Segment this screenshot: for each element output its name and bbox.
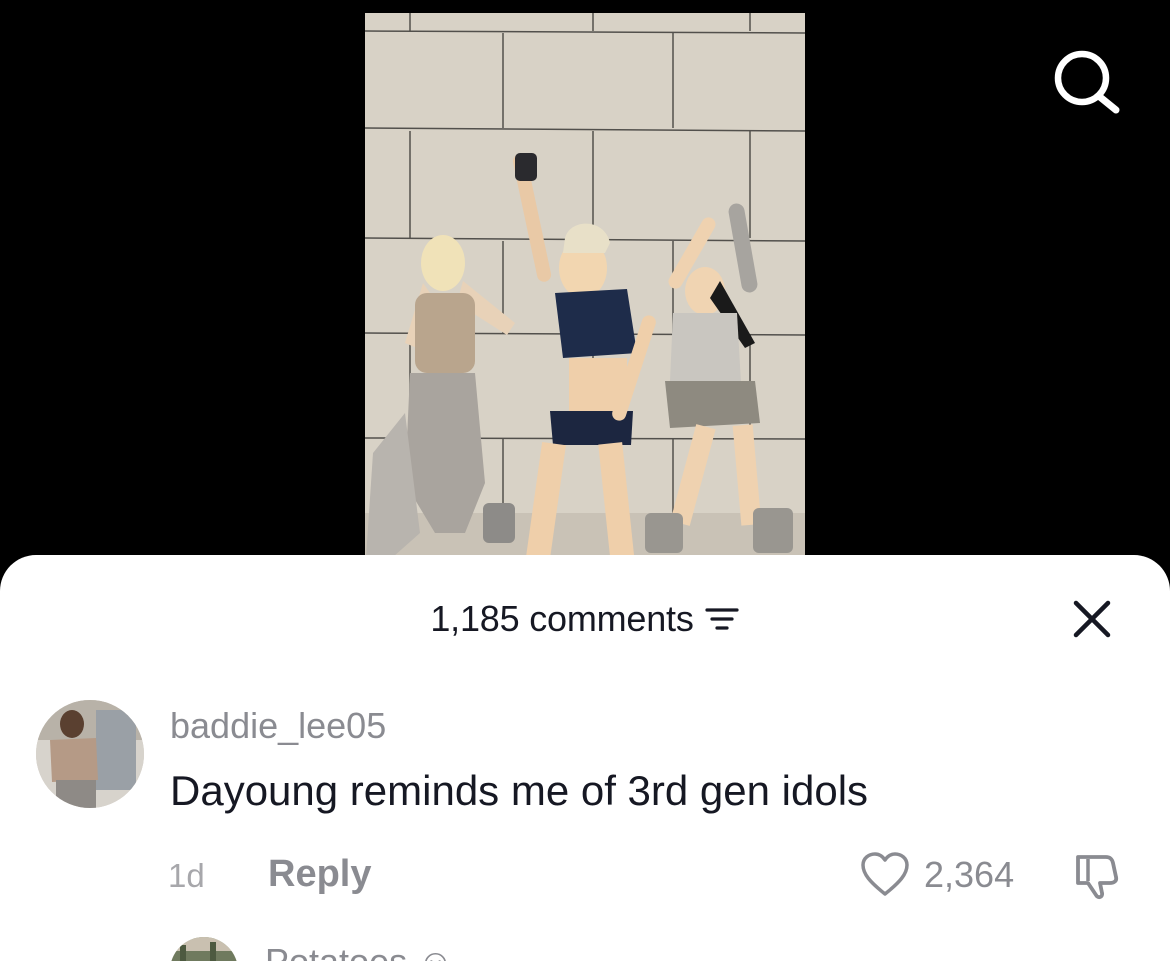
dislike-button[interactable] — [1072, 851, 1124, 901]
comment-username[interactable]: Potatoes ☺ — [265, 941, 454, 961]
close-button[interactable] — [1068, 595, 1116, 643]
avatar-image — [170, 937, 238, 961]
thumbs-down-icon — [1076, 855, 1119, 900]
search-icon — [1054, 50, 1120, 114]
close-icon — [1073, 600, 1111, 638]
avatar[interactable] — [36, 700, 144, 808]
comments-sheet: 1,185 comments baddie_lee05 Dayoung remi… — [0, 555, 1170, 961]
reply-button[interactable]: Reply — [268, 853, 371, 896]
like-count: 2,364 — [924, 854, 1015, 895]
comment-count: 1,185 comments — [430, 598, 694, 639]
emoji-icon: ☺ — [417, 941, 454, 961]
filter-icon[interactable] — [704, 605, 740, 633]
comment-timestamp: 1d — [168, 857, 205, 894]
video-player[interactable] — [365, 13, 805, 573]
comment-username[interactable]: baddie_lee05 — [170, 705, 386, 747]
avatar-image — [36, 700, 144, 808]
like-button[interactable]: 2,364 — [860, 851, 1014, 899]
comment-text: Dayoung reminds me of 3rd gen idols — [170, 767, 869, 814]
avatar[interactable] — [170, 937, 238, 961]
comments-header: 1,185 comments — [0, 595, 1170, 643]
heart-icon — [861, 852, 909, 896]
video-frame — [365, 13, 805, 573]
search-button[interactable] — [1050, 48, 1126, 118]
